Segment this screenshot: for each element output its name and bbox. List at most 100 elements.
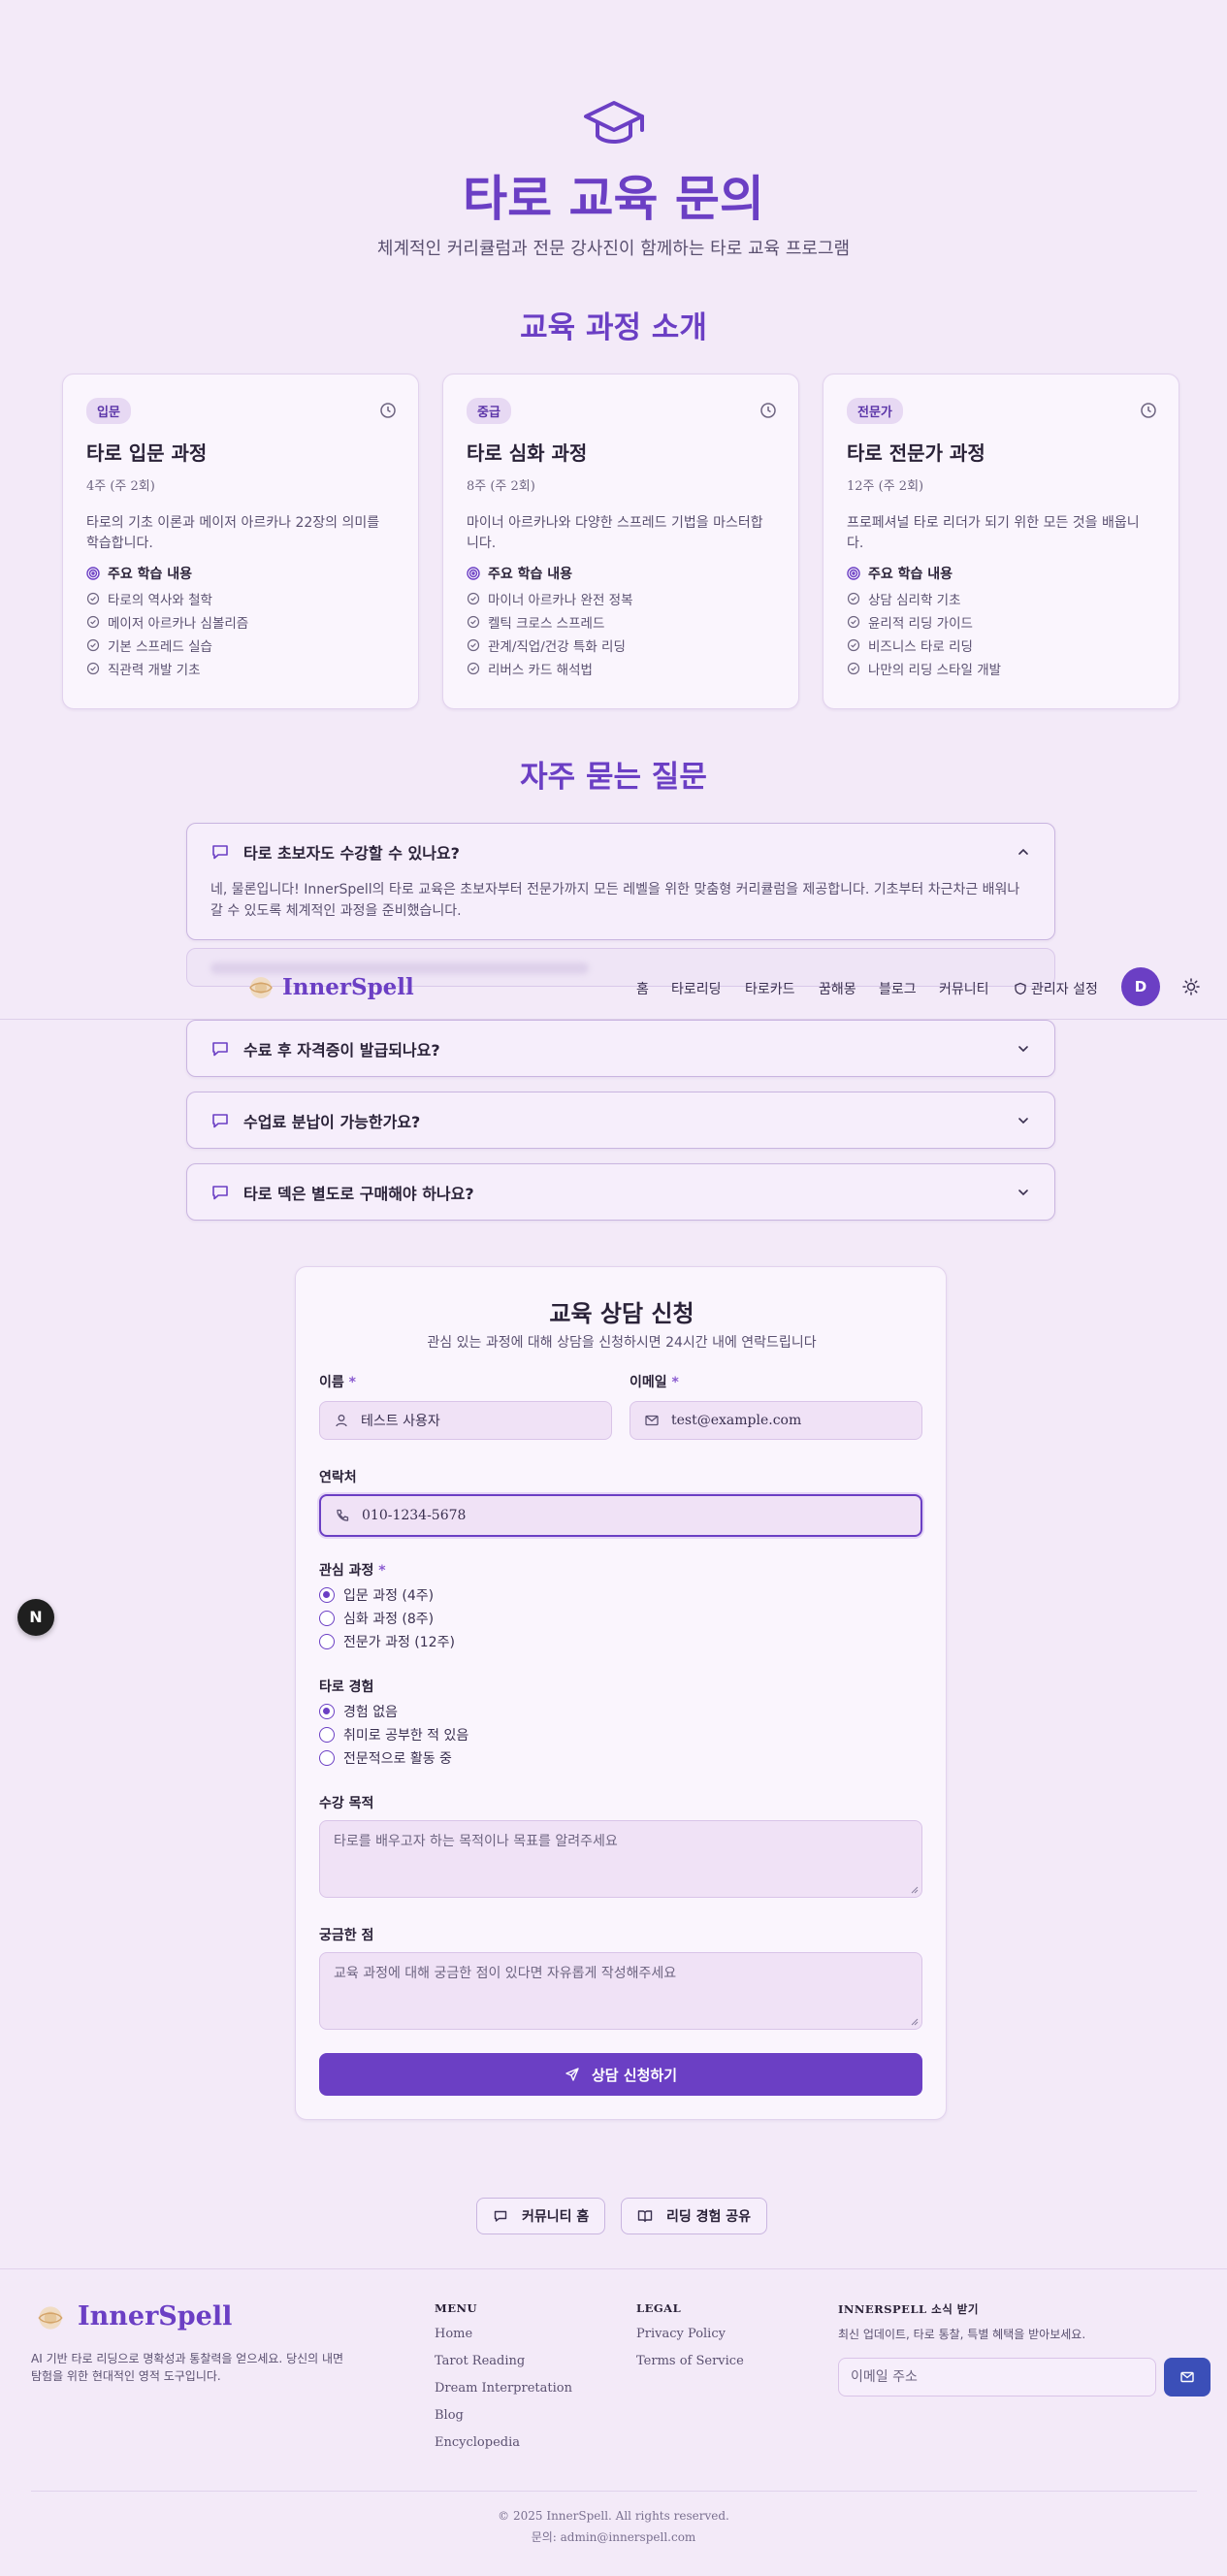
nav-item-home[interactable]: 홈 <box>636 979 649 998</box>
footer-link-terms[interactable]: Terms of Service <box>636 2354 744 2368</box>
radio-experience-pro[interactable]: 전문적으로 활동 중 <box>319 1746 468 1770</box>
course-description: 타로의 기초 이론과 메이저 아르카나 22장의 의미를 학습합니다. <box>86 515 380 551</box>
name-field[interactable]: 테스트 사용자 <box>319 1401 612 1440</box>
learn-list: 타로의 역사와 철학 메이저 아르카나 심볼리즘 기본 스프레드 실습 직관력 … <box>86 587 395 680</box>
faq-toggle[interactable]: 수업료 분납이 가능한가요? <box>187 1092 1054 1148</box>
course-duration: 8주 (주 2회) <box>467 479 535 494</box>
form-title: 교육 상담 신청 <box>549 1300 694 1327</box>
contact-email: 문의: admin@innerspell.com <box>531 2530 696 2544</box>
clock-icon <box>759 402 777 419</box>
faq-item: 타로 덱은 별도로 구매해야 하나요? <box>186 1163 1055 1221</box>
footer-brand[interactable]: InnerSpell <box>78 2301 232 2331</box>
level-badge: 전문가 <box>847 398 903 424</box>
faq-toggle[interactable]: 타로 덱은 별도로 구매해야 하나요? <box>187 1164 1054 1220</box>
faq-question: 타로 초보자도 수강할 수 있나요? <box>243 843 460 863</box>
check-circle-icon <box>86 638 100 652</box>
radio-button[interactable] <box>319 1587 335 1603</box>
faq-toggle[interactable]: 타로 초보자도 수강할 수 있나요? <box>187 824 1054 879</box>
radio-course-intermediate[interactable]: 심화 과정 (8주) <box>319 1607 455 1630</box>
check-circle-icon <box>847 615 860 629</box>
list-item: 상담 심리학 기초 <box>847 587 1155 610</box>
footer-link-tarot-reading[interactable]: Tarot Reading <box>435 2354 525 2368</box>
learn-heading: 주요 학습 내용 <box>467 564 775 583</box>
faq-answer: 네, 물론입니다! InnerSpell의 타로 교육은 초보자부터 전문가까지… <box>210 882 1020 919</box>
footer-link-privacy[interactable]: Privacy Policy <box>636 2327 726 2341</box>
avatar[interactable]: D <box>1121 967 1160 1006</box>
check-circle-icon <box>86 662 100 675</box>
footer-newsletter-heading: INNERSPELL 소식 받기 <box>838 2302 979 2316</box>
level-badge: 중급 <box>467 398 511 424</box>
list-item: 켈틱 크로스 스프레드 <box>467 610 775 634</box>
check-circle-icon <box>86 615 100 629</box>
footer-link-home[interactable]: Home <box>435 2327 472 2341</box>
chevron-up-icon <box>1018 848 1028 855</box>
check-circle-icon <box>86 592 100 605</box>
phone-field[interactable]: 010-1234-5678 <box>319 1494 922 1537</box>
page-title: 타로 교육 문의 <box>463 171 764 227</box>
faq-question: 수업료 분납이 가능한가요? <box>243 1112 421 1131</box>
faq-toggle[interactable]: 수료 후 자격증이 발급되나요? <box>187 1021 1054 1076</box>
floating-dev-button[interactable]: N <box>17 1599 54 1636</box>
radio-button[interactable] <box>319 1611 335 1626</box>
footer-bottom-divider <box>31 2491 1197 2492</box>
course-title: 타로 심화 과정 <box>467 441 588 465</box>
course-description: 마이너 아르카나와 다양한 스프레드 기법을 마스터합니다. <box>467 515 763 551</box>
question-textarea[interactable]: 교육 과정에 대해 궁금한 점이 있다면 자유롭게 작성해주세요 <box>319 1952 922 2030</box>
course-card-intermediate: 중급 타로 심화 과정 8주 (주 2회) 마이너 아르카나와 다양한 스프레드… <box>442 374 799 709</box>
nav-item-community[interactable]: 커뮤니티 <box>939 979 989 998</box>
learn-list: 마이너 아르카나 완전 정복 켈틱 크로스 스프레드 관계/직업/건강 특화 리… <box>467 587 775 680</box>
radio-experience-hobby[interactable]: 취미로 공부한 적 있음 <box>319 1723 468 1746</box>
resize-handle-icon[interactable] <box>910 2017 919 2026</box>
resize-handle-icon[interactable] <box>910 1885 919 1894</box>
email-field[interactable]: test@example.com <box>630 1401 922 1440</box>
logo-icon[interactable] <box>33 2300 68 2335</box>
footer-link-blog[interactable]: Blog <box>435 2408 464 2423</box>
radio-button[interactable] <box>319 1704 335 1719</box>
radio-button[interactable] <box>319 1634 335 1649</box>
nav-item-tarot-reading[interactable]: 타로리딩 <box>671 979 722 998</box>
nav-item-blog[interactable]: 블로그 <box>879 979 917 998</box>
list-item: 타로의 역사와 철학 <box>86 587 395 610</box>
learn-heading: 주요 학습 내용 <box>847 564 1155 583</box>
target-icon <box>86 567 100 580</box>
purpose-textarea[interactable]: 타로를 배우고자 하는 목적이나 목표를 알려주세요 <box>319 1820 922 1898</box>
nav-item-admin[interactable]: 관리자 설정 <box>1014 979 1098 998</box>
course-radio-group: 입문 과정 (4주) 심화 과정 (8주) 전문가 과정 (12주) <box>319 1583 455 1653</box>
footer-divider <box>0 2268 1227 2269</box>
logo-icon[interactable] <box>244 971 277 1004</box>
list-item: 관계/직업/건강 특화 리딩 <box>467 634 775 657</box>
newsletter-email-input[interactable]: 이메일 주소 <box>838 2358 1156 2397</box>
list-item: 리버스 카드 해석법 <box>467 657 775 680</box>
sun-icon[interactable] <box>1181 977 1201 996</box>
list-item: 마이너 아르카나 완전 정복 <box>467 587 775 610</box>
check-circle-icon <box>467 615 480 629</box>
radio-course-expert[interactable]: 전문가 과정 (12주) <box>319 1630 455 1653</box>
list-item: 윤리적 리딩 가이드 <box>847 610 1155 634</box>
nav-item-dream[interactable]: 꿈해몽 <box>819 979 856 998</box>
check-circle-icon <box>847 638 860 652</box>
newsletter-submit-button[interactable] <box>1164 2358 1211 2397</box>
list-item: 메이저 아르카나 심볼리즘 <box>86 610 395 634</box>
book-open-icon <box>637 2210 653 2223</box>
community-home-button[interactable]: 커뮤니티 홈 <box>476 2198 606 2234</box>
nav-item-tarot-cards[interactable]: 타로카드 <box>745 979 795 998</box>
navbar: InnerSpell 홈 타로리딩 타로카드 꿈해몽 블로그 커뮤니티 관리자 … <box>0 965 1227 1020</box>
radio-course-beginner[interactable]: 입문 과정 (4주) <box>319 1583 455 1607</box>
share-reading-button[interactable]: 리딩 경험 공유 <box>621 2198 768 2234</box>
shield-icon <box>1015 982 1026 995</box>
radio-button[interactable] <box>319 1727 335 1743</box>
graduation-cap-icon <box>582 97 646 151</box>
brand-logo[interactable]: InnerSpell <box>282 974 414 1000</box>
footer-link-dream[interactable]: Dream Interpretation <box>435 2381 572 2396</box>
faq-question: 수료 후 자격증이 발급되나요? <box>243 1040 440 1060</box>
list-item: 직관력 개발 기초 <box>86 657 395 680</box>
learn-list: 상담 심리학 기초 윤리적 리딩 가이드 비즈니스 타로 리딩 나만의 리딩 스… <box>847 587 1155 680</box>
radio-button[interactable] <box>319 1750 335 1766</box>
question-label: 궁금한 점 <box>319 1928 374 1943</box>
submit-button[interactable]: 상담 신청하기 <box>319 2053 922 2096</box>
list-item: 나만의 리딩 스타일 개발 <box>847 657 1155 680</box>
radio-experience-none[interactable]: 경험 없음 <box>319 1700 468 1723</box>
check-circle-icon <box>847 662 860 675</box>
consultation-form: 교육 상담 신청 관심 있는 과정에 대해 상담을 신청하시면 24시간 내에 … <box>295 1266 947 2120</box>
footer-link-encyclopedia[interactable]: Encyclopedia <box>435 2435 520 2450</box>
